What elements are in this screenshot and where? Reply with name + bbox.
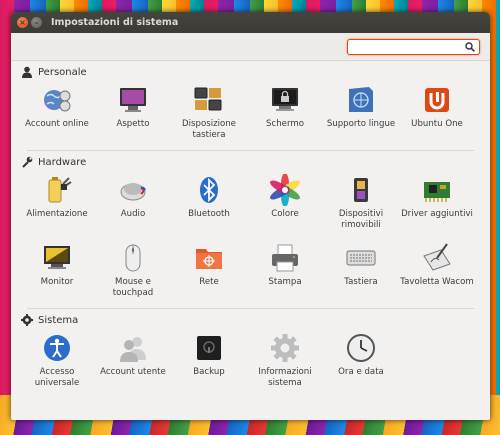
- section-header: Hardware: [19, 154, 482, 170]
- item-account-utente[interactable]: Account utente: [95, 328, 171, 396]
- item-label: Accesso universale: [34, 367, 80, 388]
- item-label: Driver aggiuntivi: [401, 209, 473, 219]
- search-input[interactable]: [348, 46, 460, 60]
- item-label: Mouse e touchpad: [112, 277, 154, 298]
- item-dispositivi-rimovibili[interactable]: Dispositivi rimovibili: [323, 170, 399, 238]
- item-rete[interactable]: Rete: [171, 238, 247, 306]
- search-box[interactable]: [347, 39, 480, 60]
- section-title: Personale: [38, 66, 87, 78]
- item-label: Audio: [120, 209, 146, 219]
- item-tavoletta-wacom[interactable]: Tavoletta Wacom: [399, 238, 475, 306]
- toolbar: [11, 33, 490, 61]
- item-audio[interactable]: Audio: [95, 170, 171, 238]
- monitor-icon: [44, 246, 70, 269]
- keyboard-layout-icon: [194, 87, 222, 111]
- item-label: Colore: [271, 209, 299, 219]
- minimize-button[interactable]: –: [31, 17, 42, 28]
- universal-access-icon: [44, 335, 70, 361]
- item-label: Alimentazione: [26, 209, 88, 219]
- item-supporto-lingue[interactable]: Supporto lingue: [323, 80, 399, 148]
- section-header: Personale: [19, 64, 482, 80]
- system-info-icon: [271, 334, 299, 362]
- section-title: Sistema: [38, 314, 79, 326]
- wrench-icon: [22, 156, 33, 168]
- item-label: Ubuntu One: [411, 119, 463, 129]
- item-alimentazione[interactable]: Alimentazione: [19, 170, 95, 238]
- item-label: Rete: [199, 277, 219, 287]
- item-colore[interactable]: Colore: [247, 170, 323, 238]
- section-personale: Personale Account online Aspetto Disposi…: [19, 64, 482, 148]
- item-label: Ora e data: [338, 367, 384, 377]
- gear-icon: [21, 314, 33, 326]
- item-label: Account utente: [100, 367, 166, 377]
- item-schermo[interactable]: Schermo: [247, 80, 323, 148]
- network-icon: [196, 249, 222, 269]
- item-label: Bluetooth: [188, 209, 230, 219]
- section-sistema: Sistema Accesso universale Account utent…: [19, 312, 482, 396]
- item-label: Aspetto: [116, 119, 150, 129]
- item-bluetooth[interactable]: Bluetooth: [171, 170, 247, 238]
- additional-drivers-icon: [424, 182, 450, 202]
- printer-icon: [272, 244, 298, 272]
- item-label: Disposizione tastiera: [182, 119, 236, 140]
- item-ubuntu-one[interactable]: Ubuntu One: [399, 80, 475, 148]
- clock-icon: [347, 334, 375, 362]
- sound-icon: [120, 183, 146, 201]
- online-accounts-icon: [44, 90, 71, 112]
- backup-icon: [197, 336, 221, 360]
- item-aspetto[interactable]: Aspetto: [95, 80, 171, 148]
- item-monitor[interactable]: Monitor: [19, 238, 95, 306]
- section-divider: [27, 150, 474, 151]
- keyboard-icon: [346, 250, 376, 266]
- title-bar: × – Impostazioni di sistema: [11, 12, 490, 33]
- item-backup[interactable]: Backup: [171, 328, 247, 396]
- language-support-icon: [349, 87, 373, 112]
- section-title: Hardware: [38, 156, 87, 168]
- item-accesso-universale[interactable]: Accesso universale: [19, 328, 95, 396]
- item-label: Tastiera: [344, 277, 378, 287]
- item-label: Tavoletta Wacom: [400, 277, 474, 287]
- section-divider: [27, 308, 474, 309]
- item-tastiera[interactable]: Tastiera: [323, 238, 399, 306]
- item-informazioni-sistema[interactable]: Informazioni sistema: [247, 328, 323, 396]
- user-accounts-icon: [120, 337, 146, 362]
- item-driver-aggiuntivi[interactable]: Driver aggiuntivi: [399, 170, 475, 238]
- item-ora-data[interactable]: Ora e data: [323, 328, 399, 396]
- removable-devices-icon: [354, 178, 368, 202]
- item-label: Informazioni sistema: [258, 367, 312, 388]
- section-header: Sistema: [19, 312, 482, 328]
- section-hardware: Hardware Alimentazione Audio Bluetooth C…: [19, 154, 482, 306]
- power-icon: [48, 177, 72, 203]
- window-title: Impostazioni di sistema: [51, 17, 179, 28]
- item-label: Dispositivi rimovibili: [338, 209, 384, 230]
- item-account-online[interactable]: Account online: [19, 80, 95, 148]
- search-icon[interactable]: [465, 42, 475, 52]
- wacom-tablet-icon: [423, 243, 451, 271]
- item-stampa[interactable]: Stampa: [247, 238, 323, 306]
- appearance-icon: [120, 88, 146, 112]
- item-label: Supporto lingue: [326, 119, 396, 129]
- item-disposizione-tastiera[interactable]: Disposizione tastiera: [171, 80, 247, 148]
- mouse-icon: [125, 244, 141, 272]
- ubuntu-one-icon: [425, 88, 449, 112]
- person-icon: [22, 66, 32, 78]
- lock-screen-icon: [272, 88, 298, 111]
- item-mouse-touchpad[interactable]: Mouse e touchpad: [95, 238, 171, 306]
- item-label: Schermo: [266, 119, 304, 129]
- settings-window: × – Impostazioni di sistema Personale Ac…: [11, 12, 490, 420]
- item-label: Backup: [193, 367, 225, 377]
- item-label: Account online: [25, 119, 89, 129]
- bluetooth-icon: [200, 177, 218, 203]
- item-label: Stampa: [268, 277, 302, 287]
- item-label: Monitor: [40, 277, 74, 287]
- color-icon: [270, 174, 300, 206]
- close-button[interactable]: ×: [17, 17, 28, 28]
